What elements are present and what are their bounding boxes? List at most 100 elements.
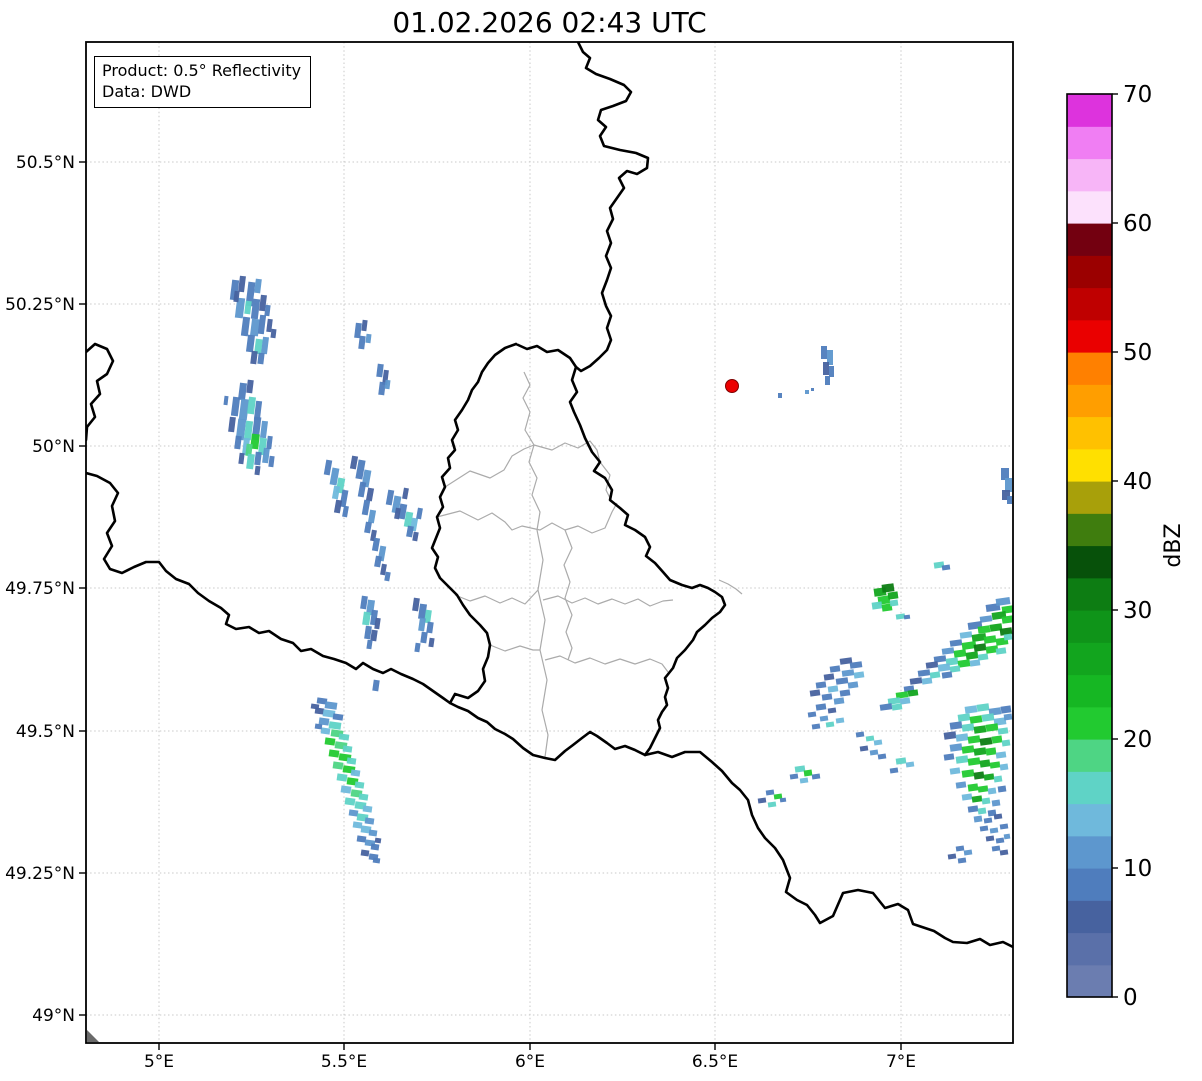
radar-cell [973,725,987,734]
colorbar-segment [1067,126,1112,160]
radar-cell [973,815,983,823]
radar-cell [921,677,933,685]
radar-cell [955,733,969,742]
radar-cell [925,661,939,669]
colorbar-tick-label: 50 [1123,340,1152,366]
radar-cell [1001,739,1011,747]
radar-cell [323,459,333,476]
radar-cell [969,715,983,724]
radar-cell [979,737,993,746]
radar-cell [993,775,1003,783]
y-tick-label: 49.5°N [16,722,75,742]
colorbar-tick-label: 0 [1123,985,1138,1011]
radar-cluster-nw-upper [229,275,277,365]
radar-cell [346,757,357,765]
radar-cell [955,755,969,764]
radar-cell [331,485,341,500]
radar-cell [973,771,985,780]
radar-cell [418,617,426,632]
radar-cell [873,739,883,746]
radar-cell [957,857,967,864]
radar-cell [807,711,817,718]
radar-cell [823,673,835,681]
product-info-line1: Product: 0.5° Reflectivity [102,61,302,80]
radar-cell [991,845,1001,852]
radar-cell [364,521,372,534]
y-tick-label: 50.5°N [16,153,75,173]
radar-cell [366,639,373,650]
radar-cell [234,435,242,450]
radar-cell [941,671,953,679]
radar-cell [967,757,981,766]
radar-cell [412,531,419,542]
radar-cell [376,363,384,378]
colorbar-segment [1067,255,1112,289]
radar-cell [244,300,252,315]
radar-cell [963,849,973,856]
radar-cell [372,857,381,864]
radar-cell [991,735,1003,744]
radar-cell [336,773,348,782]
radar-cell [995,751,1007,759]
radar-cell [420,631,428,644]
radar-cell [364,817,375,825]
product-info-line2: Data: DWD [102,82,192,102]
radar-cell [426,621,434,634]
axes: 5°E 5.5°E 6°E 6.5°E 7°E 50.5°N 50.25°N 50°N 49.7… [5,153,916,1072]
radar-cell [961,769,975,778]
radar-cell [815,703,827,711]
colorbar-segment [1067,384,1112,418]
radar-cell [344,797,356,806]
radar-cluster-small-n2 [376,363,391,396]
radar-cell [779,797,787,803]
radar-cell [869,749,879,756]
colorbar-segment [1067,158,1112,192]
radar-cell [803,769,813,777]
radar-cell [881,583,895,593]
radar-cell [342,505,349,518]
radar-cell [829,366,834,377]
radar-cell [989,761,1001,769]
radar-cell [917,669,931,677]
radar-cell [989,827,999,834]
radar-cell [1003,713,1013,721]
colorbar-segment [1067,706,1112,740]
radar-cell [835,677,849,685]
radar-cell [827,707,837,714]
radar-cell [859,745,869,752]
map-area [86,42,1013,1043]
country-borders [86,42,1013,949]
radar-cluster-near-marker [778,346,834,398]
colorbar-segment [1067,771,1112,805]
radar-cell [981,713,995,722]
radar-cell [365,333,372,344]
colorbar-segment [1067,352,1112,385]
radar-cell [909,677,923,685]
radar-cell [320,727,331,735]
radar-cluster-se-speck [933,561,951,571]
radar-cell [356,835,367,843]
radar-cell [976,703,990,712]
radar-cell [983,817,993,824]
radar-cell [348,809,359,817]
radar-cell [937,663,951,672]
radar-cell [328,721,342,730]
radar-cluster-nw-lower [223,379,275,476]
colorbar-segment [1067,610,1112,643]
radar-cell [385,489,395,506]
radar-cell [997,785,1007,793]
radar-cell [246,379,254,394]
radar-cell [967,783,979,792]
radar-cell [965,651,979,660]
radar-cluster-small-n1 [354,319,372,350]
colorbar-axis-label: dBZ [1161,523,1186,567]
radar-cell [223,395,229,406]
radar-cell [949,743,963,752]
radar-cell [943,753,955,761]
colorbar-segment [1067,739,1112,772]
radar-cell [310,703,320,710]
radar-cell [428,637,435,648]
y-tick-label: 49.75°N [5,579,75,599]
colorbar-segment [1067,900,1112,934]
colorbar-segment [1067,319,1112,353]
